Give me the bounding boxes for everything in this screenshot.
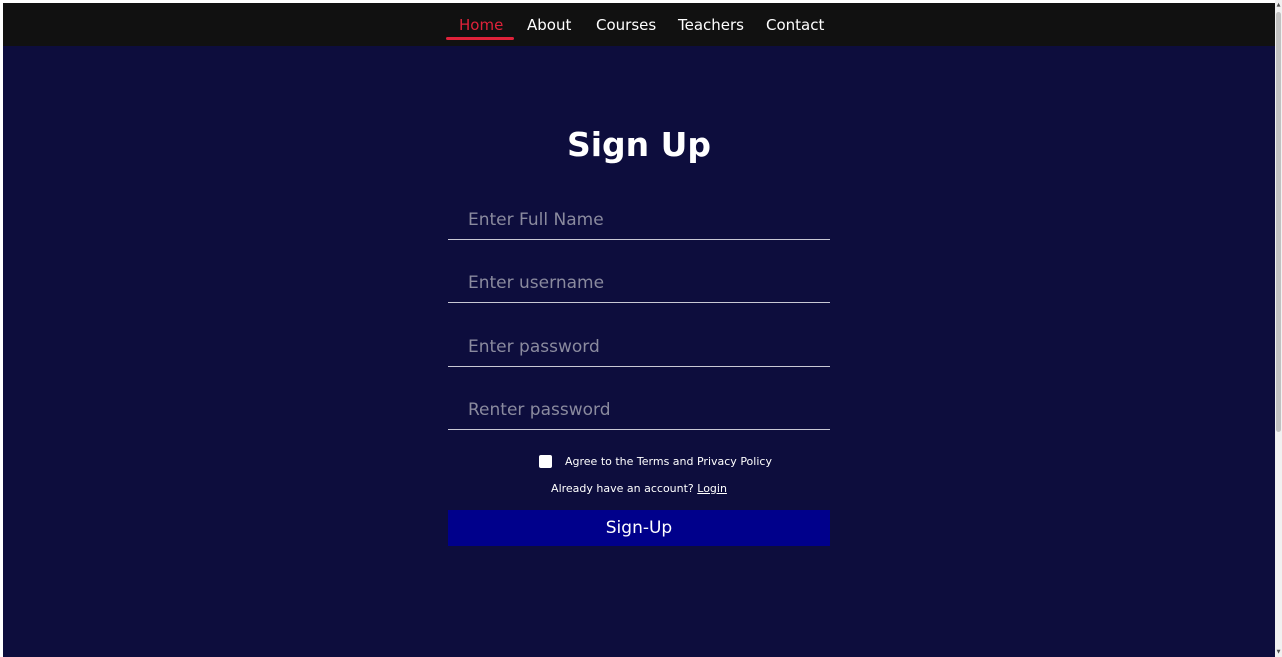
sign-up-button[interactable]: Sign-Up	[448, 510, 830, 546]
nav-courses-link[interactable]: Courses	[596, 16, 656, 34]
login-prompt-text: Already have an account?	[551, 482, 694, 495]
nav-contact-link[interactable]: Contact	[766, 16, 824, 34]
terms-checkbox[interactable]	[539, 455, 552, 468]
active-nav-indicator	[446, 37, 514, 40]
page-title: Sign Up	[566, 125, 712, 164]
login-link[interactable]: Login	[697, 482, 727, 495]
terms-label: Agree to the Terms and Privacy Policy	[565, 455, 772, 468]
login-prompt-row: Already have an account? Login	[3, 481, 1275, 497]
top-navbar: Home About Courses Teachers Contact	[3, 3, 1275, 46]
scroll-down-arrow-icon[interactable]: ▼	[1276, 649, 1281, 655]
password-input[interactable]	[448, 327, 830, 367]
terms-row: Agree to the Terms and Privacy Policy	[3, 453, 1275, 471]
full-name-input[interactable]	[448, 200, 830, 240]
scroll-up-arrow-icon[interactable]: ▲	[1276, 2, 1281, 8]
scrollbar-thumb[interactable]	[1276, 12, 1281, 432]
nav-teachers-link[interactable]: Teachers	[678, 16, 744, 34]
nav-about-link[interactable]: About	[527, 16, 571, 34]
username-input[interactable]	[448, 263, 830, 303]
page-viewport: Home About Courses Teachers Contact Sign…	[3, 3, 1275, 657]
nav-home-link[interactable]: Home	[459, 16, 503, 34]
confirm-password-input[interactable]	[448, 390, 830, 430]
vertical-scrollbar[interactable]: ▲ ▼	[1275, 0, 1282, 657]
